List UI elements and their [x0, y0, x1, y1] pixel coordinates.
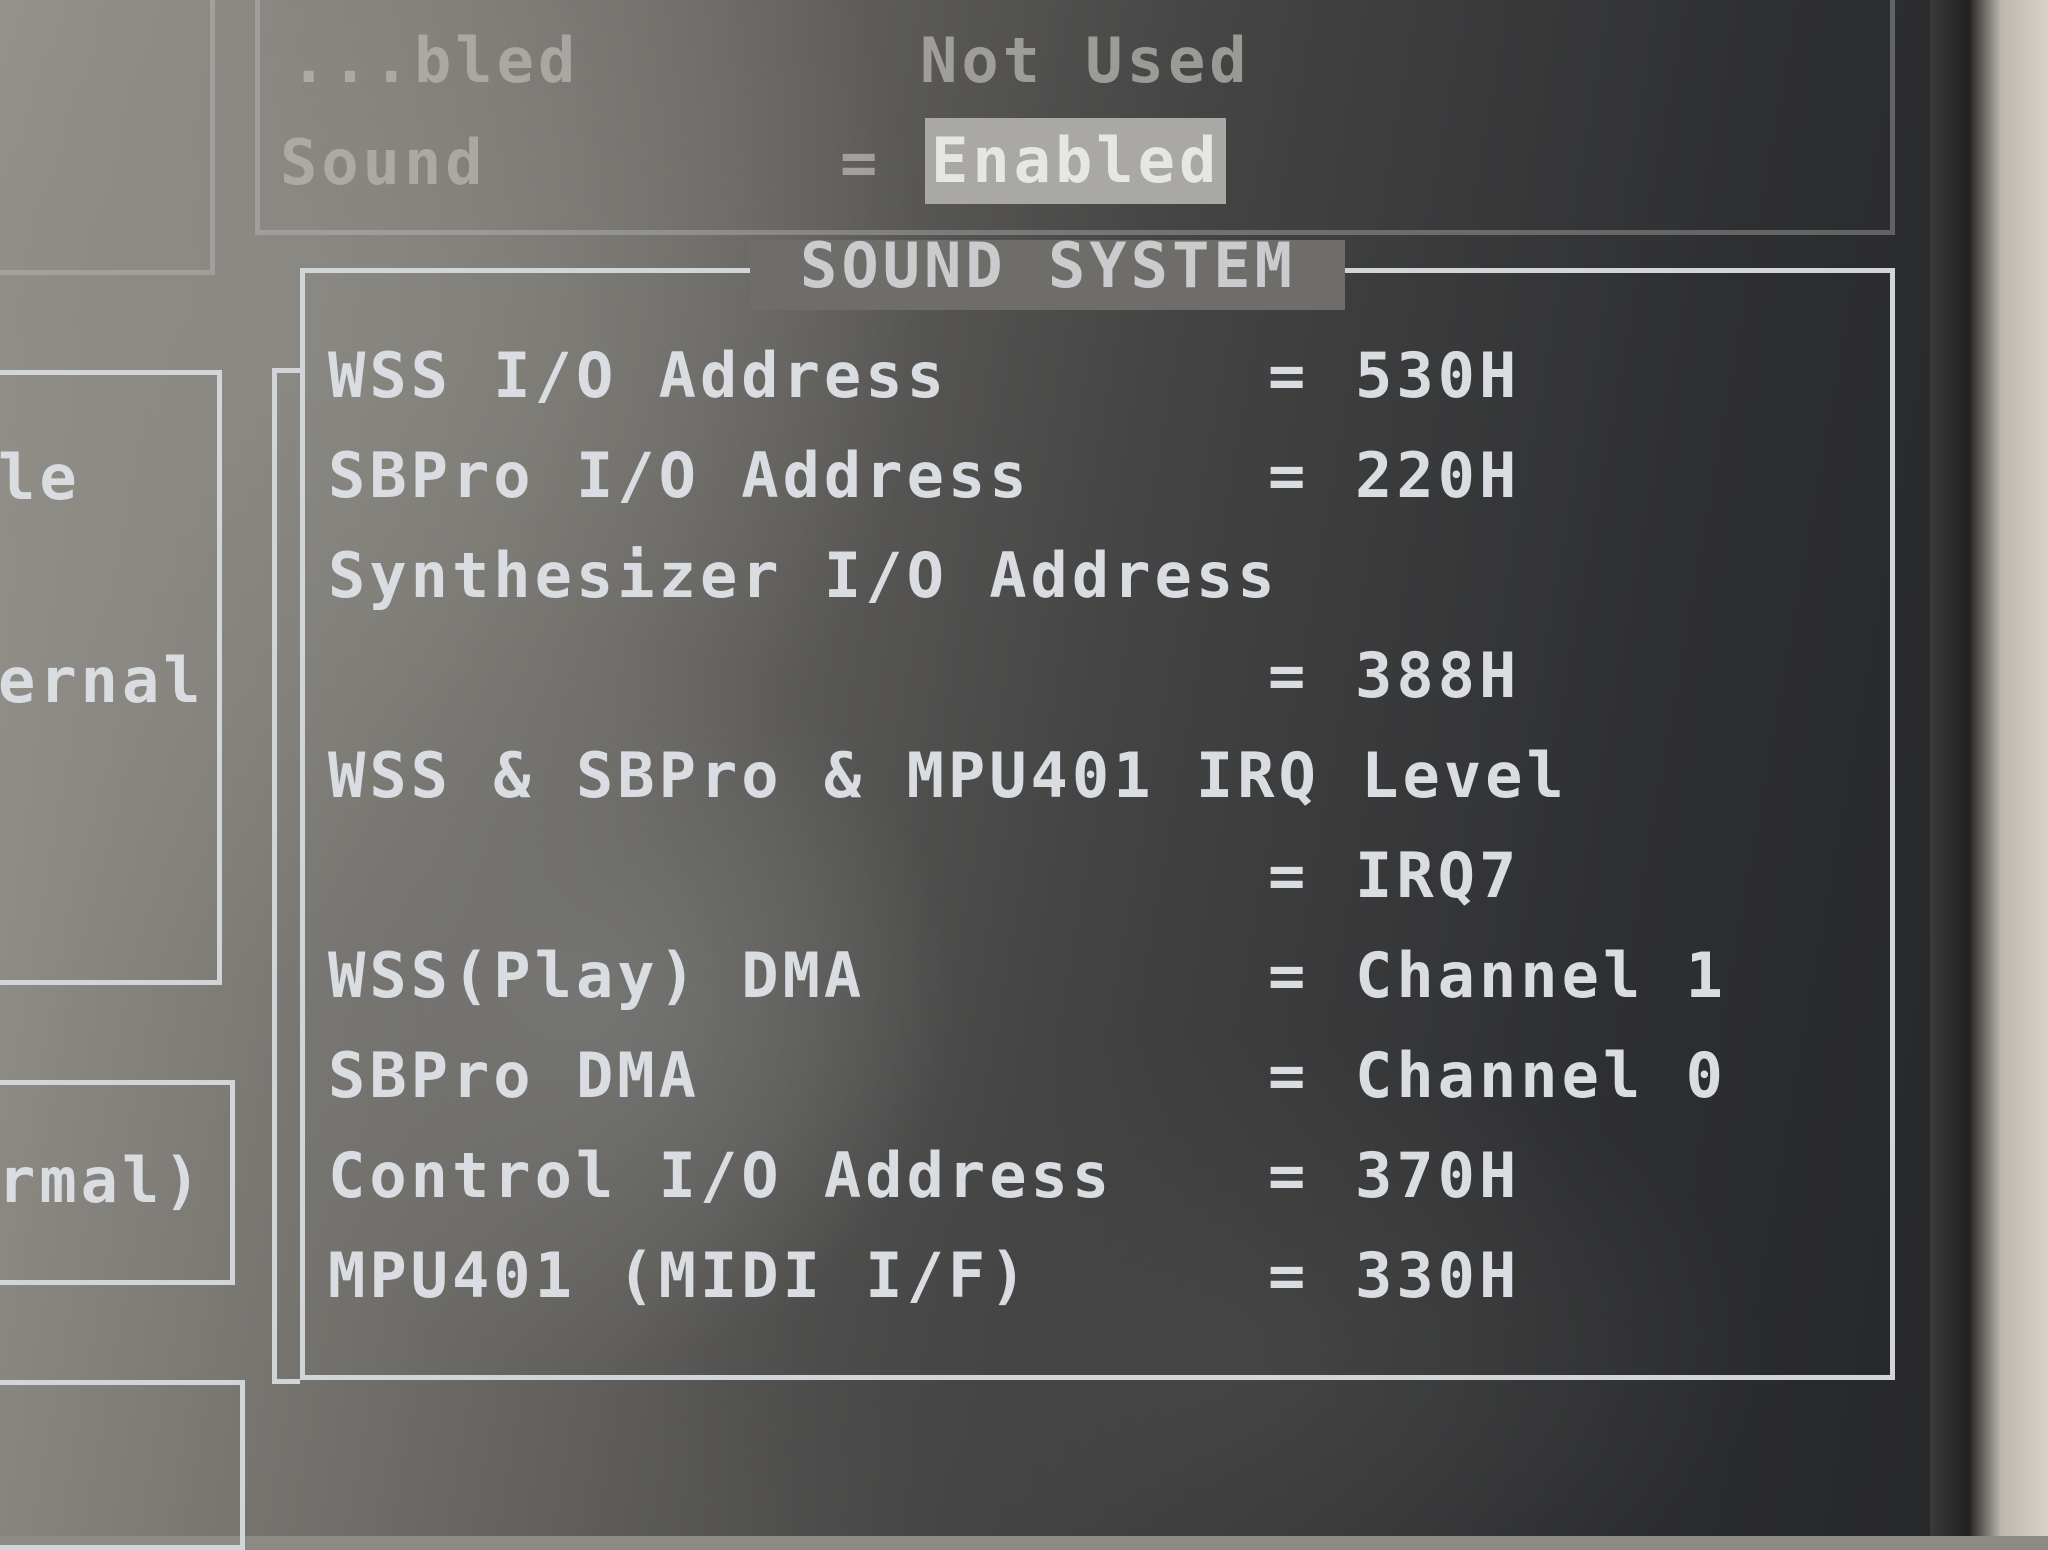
left-panel-text-fragment: rmal) — [0, 1144, 205, 1217]
sbpro-dma-label: SBPro DMA — [328, 1039, 700, 1112]
top-row-label-fragment: ...bled — [290, 24, 580, 97]
equals-sign: = — [1268, 439, 1310, 512]
synthesizer-io-address-label: Synthesizer I/O Address — [328, 539, 1279, 612]
sbpro-io-address-value[interactable]: 220H — [1355, 445, 1520, 507]
sound-setting-value-selected[interactable]: Enabled — [925, 118, 1227, 204]
left-top-panel-frame — [0, 0, 215, 275]
sound-setting-label: Sound — [280, 126, 487, 199]
panel-bracket — [272, 368, 300, 373]
equals-sign: = — [1268, 839, 1310, 912]
sbpro-dma-value[interactable]: Channel 0 — [1355, 1045, 1727, 1107]
equals-sign: = — [1268, 639, 1310, 712]
sound-system-panel — [300, 268, 1895, 1380]
mpu401-midi-label: MPU401 (MIDI I/F) — [328, 1239, 1031, 1312]
sound-setting-equals: = — [840, 126, 882, 199]
wss-play-dma-label: WSS(Play) DMA — [328, 939, 866, 1012]
left-panel-text-fragment: ernal — [0, 644, 205, 717]
wss-io-address-value[interactable]: 530H — [1355, 345, 1520, 407]
panel-bracket — [272, 368, 277, 1384]
equals-sign: = — [1268, 1139, 1310, 1212]
equals-sign: = — [1268, 939, 1310, 1012]
control-io-address-label: Control I/O Address — [328, 1139, 1114, 1212]
equals-sign: = — [1268, 1039, 1310, 1112]
sound-system-title: SOUND SYSTEM — [800, 229, 1296, 302]
left-panel-frame-3 — [0, 1380, 245, 1550]
bios-screen: ...bled Not Used Sound = Enabled le erna… — [0, 0, 1955, 1550]
wss-play-dma-value[interactable]: Channel 1 — [1355, 945, 1727, 1007]
mpu401-midi-value[interactable]: 330H — [1355, 1245, 1520, 1307]
control-io-address-value[interactable]: 370H — [1355, 1145, 1520, 1207]
monitor-bezel — [1970, 0, 2048, 1536]
top-row-value[interactable]: Not Used — [920, 30, 1251, 92]
wss-io-address-label: WSS I/O Address — [328, 339, 948, 412]
left-panel-text-fragment: le — [0, 441, 81, 514]
equals-sign: = — [1268, 339, 1310, 412]
synthesizer-io-address-value[interactable]: 388H — [1355, 645, 1520, 707]
irq-level-label: WSS & SBPro & MPU401 IRQ Level — [328, 739, 1568, 812]
irq-level-value[interactable]: IRQ7 — [1355, 845, 1520, 907]
sbpro-io-address-label: SBPro I/O Address — [328, 439, 1031, 512]
panel-bracket — [272, 1379, 300, 1384]
equals-sign: = — [1268, 1239, 1310, 1312]
